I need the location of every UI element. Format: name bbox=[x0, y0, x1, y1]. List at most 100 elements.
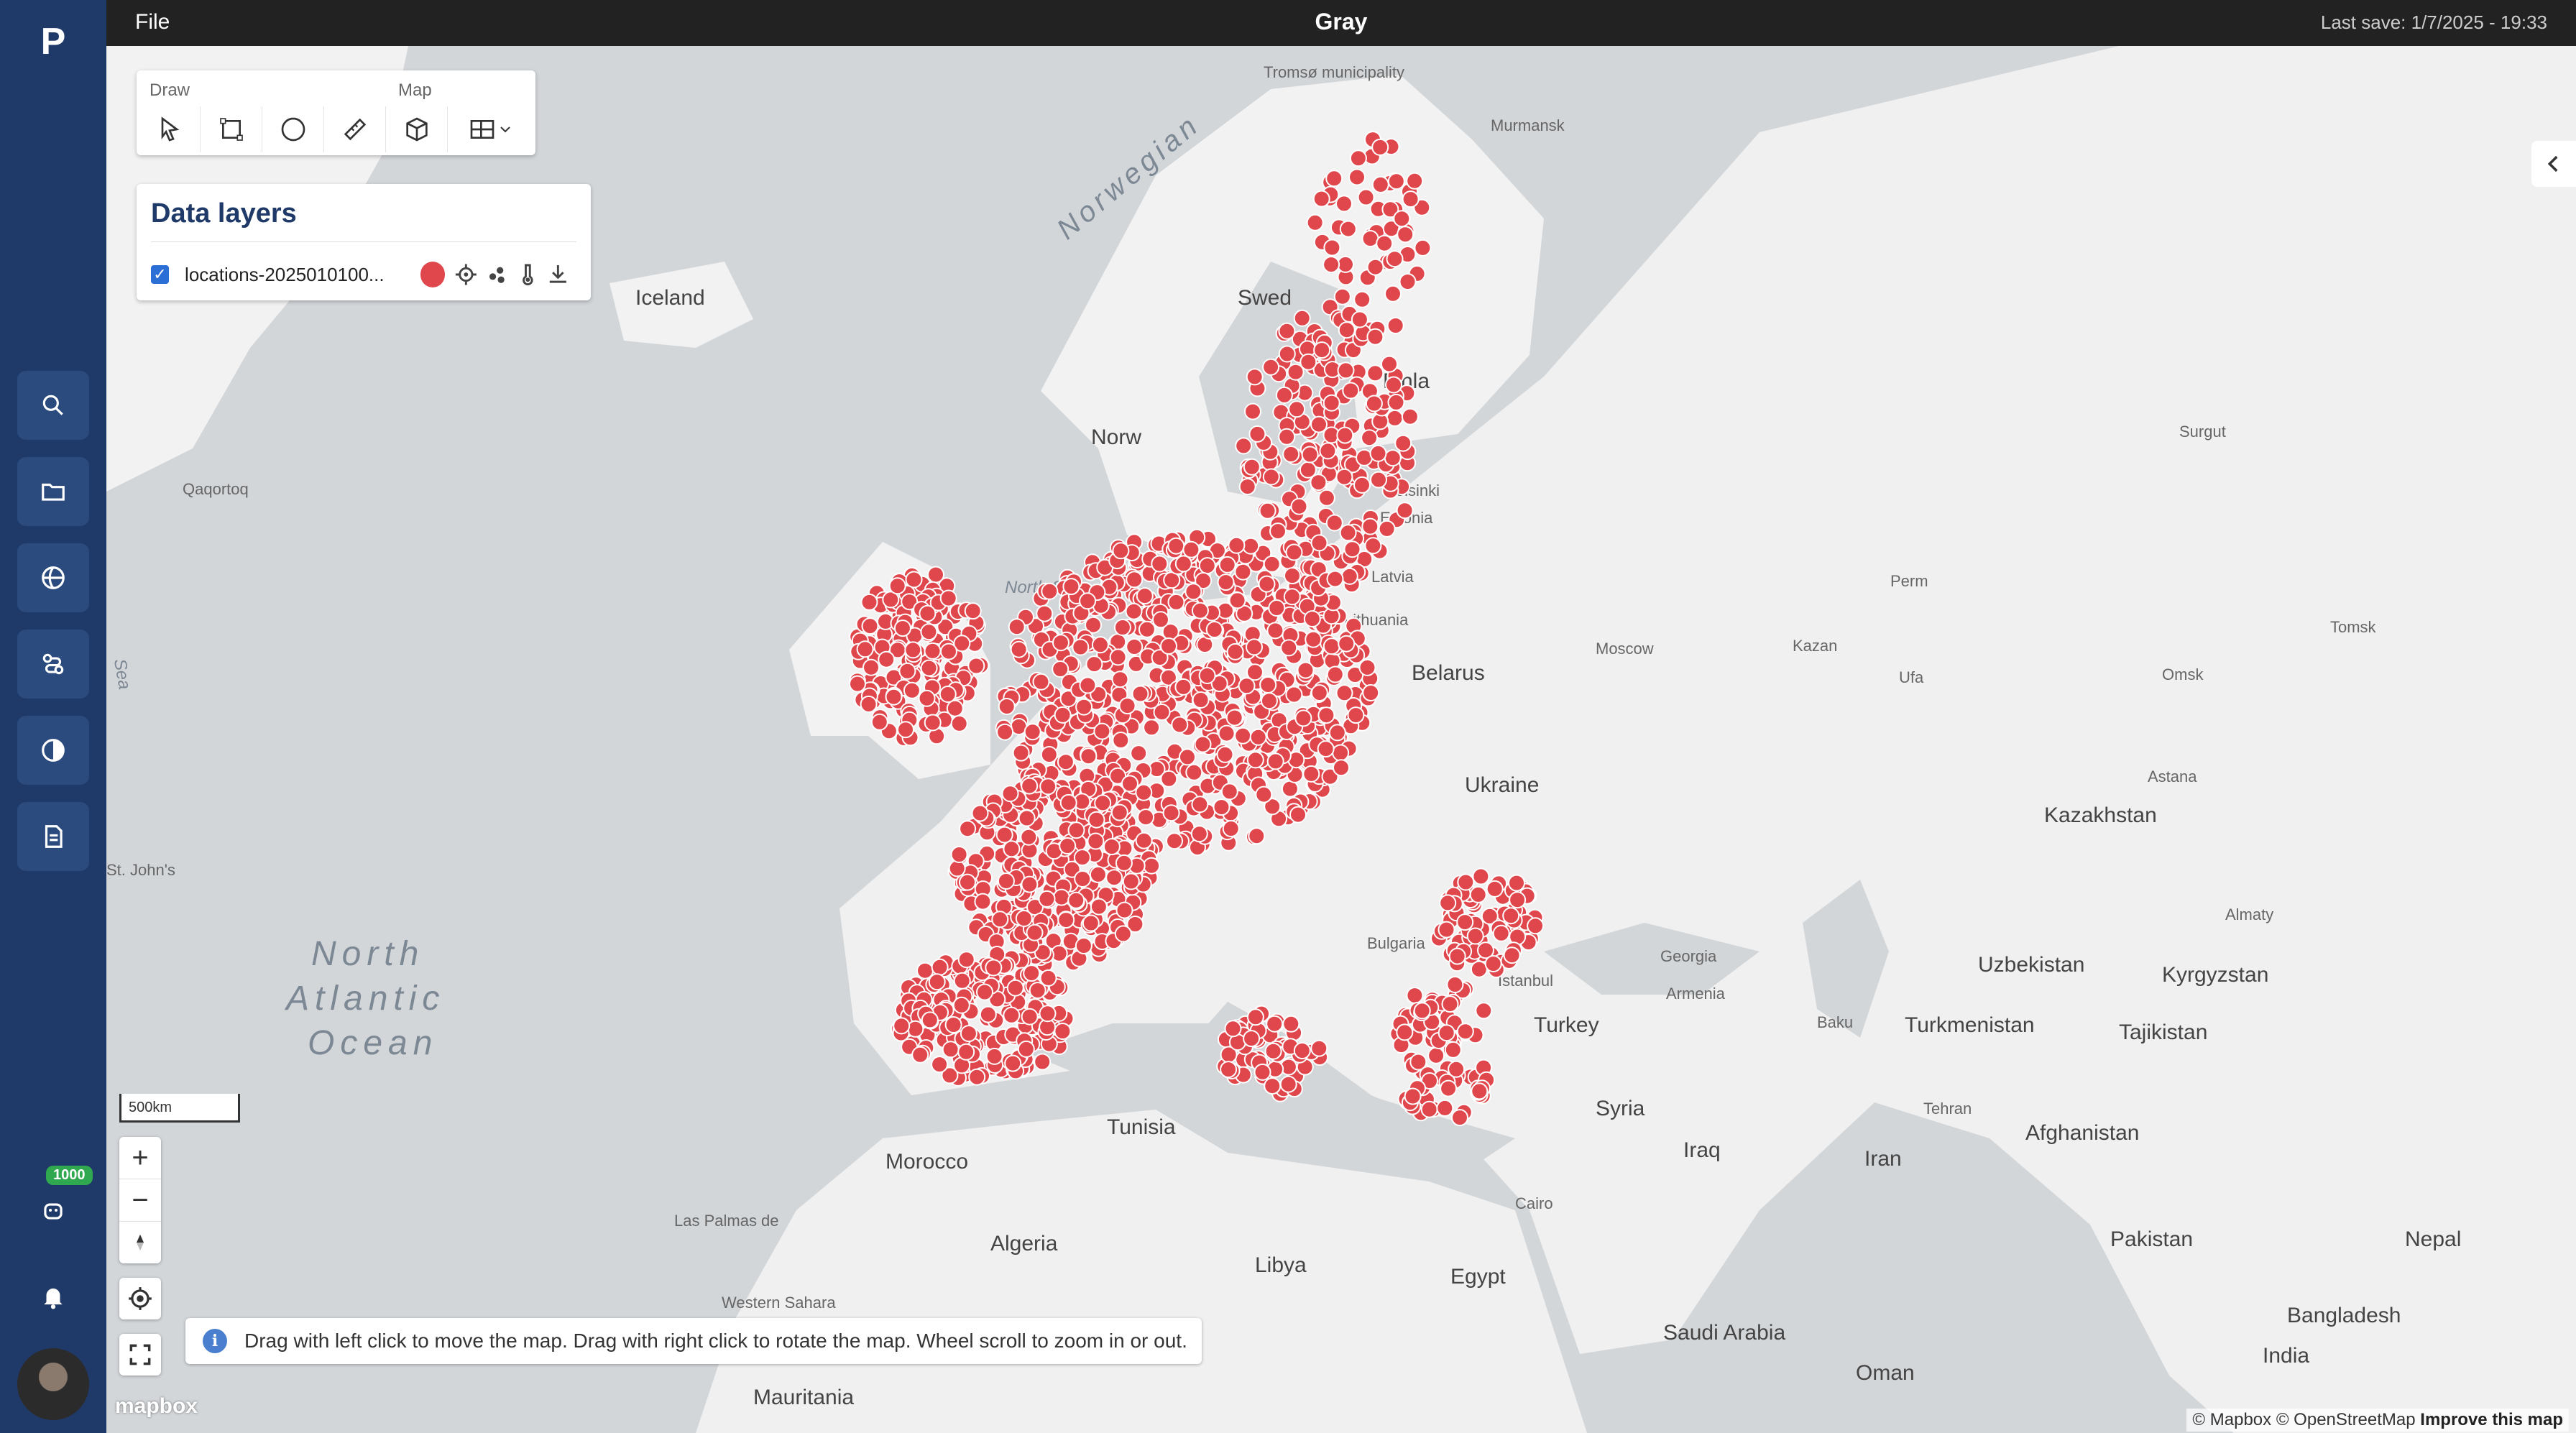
location-marker bbox=[1228, 591, 1246, 609]
location-marker bbox=[1427, 1046, 1445, 1064]
location-marker bbox=[860, 695, 878, 713]
location-marker bbox=[1335, 195, 1353, 213]
collapse-panel-button[interactable] bbox=[2531, 141, 2576, 187]
fullscreen-button[interactable] bbox=[119, 1334, 161, 1376]
location-marker bbox=[1326, 570, 1344, 588]
scale-bar: 500km bbox=[119, 1094, 240, 1123]
globe-nav-button[interactable] bbox=[17, 543, 89, 612]
location-marker bbox=[1218, 556, 1236, 573]
location-marker bbox=[1337, 361, 1355, 379]
heatmap-icon[interactable] bbox=[515, 262, 540, 287]
location-marker bbox=[1269, 522, 1287, 540]
location-marker bbox=[1293, 1042, 1311, 1059]
location-marker bbox=[1039, 778, 1057, 796]
layer-visibility-checkbox[interactable]: ✓ bbox=[151, 265, 170, 284]
location-marker bbox=[861, 617, 879, 635]
location-marker bbox=[1441, 995, 1459, 1013]
location-marker bbox=[940, 642, 957, 660]
location-marker bbox=[1246, 638, 1263, 656]
location-marker bbox=[1248, 425, 1266, 443]
location-marker bbox=[1284, 567, 1301, 585]
geolocate-button[interactable] bbox=[119, 1278, 161, 1319]
location-marker bbox=[1280, 639, 1298, 657]
last-save-status: Last save: 1/7/2025 - 19:33 bbox=[2320, 11, 2547, 33]
attribution-text[interactable]: © Mapbox © OpenStreetMap bbox=[2192, 1410, 2415, 1429]
location-marker bbox=[898, 662, 916, 680]
location-marker bbox=[1004, 1054, 1022, 1072]
location-marker bbox=[1393, 210, 1411, 228]
draw-toolbar: Draw Map bbox=[137, 70, 535, 155]
zoom-out-button[interactable]: − bbox=[119, 1179, 161, 1222]
location-marker bbox=[1335, 468, 1353, 486]
location-marker bbox=[964, 602, 982, 620]
location-marker bbox=[928, 973, 946, 991]
location-marker bbox=[1266, 1015, 1284, 1033]
location-marker bbox=[1259, 676, 1277, 694]
notifications-button[interactable] bbox=[17, 1262, 89, 1331]
location-marker bbox=[1039, 1005, 1057, 1023]
routes-nav-button[interactable] bbox=[17, 630, 89, 699]
location-marker bbox=[1317, 740, 1335, 758]
3d-view-tool[interactable] bbox=[387, 106, 448, 152]
rectangle-tool[interactable] bbox=[201, 106, 262, 152]
measure-tool[interactable] bbox=[325, 106, 386, 152]
location-marker bbox=[1471, 1082, 1489, 1100]
location-marker bbox=[919, 604, 937, 622]
location-marker bbox=[1057, 753, 1075, 771]
download-icon[interactable] bbox=[546, 262, 571, 287]
location-marker bbox=[1198, 557, 1216, 575]
divider bbox=[151, 241, 576, 242]
location-marker bbox=[1254, 1063, 1271, 1081]
location-marker bbox=[1262, 468, 1280, 486]
crosshair-icon bbox=[129, 1287, 152, 1310]
folder-nav-button[interactable] bbox=[17, 457, 89, 526]
credits-nav-button[interactable]: 1000 bbox=[17, 1166, 93, 1245]
improve-map-link[interactable]: Improve this map bbox=[2420, 1410, 2563, 1429]
location-marker bbox=[1325, 170, 1343, 188]
compass-button[interactable] bbox=[119, 1222, 161, 1263]
location-marker bbox=[995, 826, 1013, 844]
location-marker bbox=[1264, 1077, 1282, 1095]
location-marker bbox=[1166, 832, 1183, 850]
top-bar: File Gray Last save: 1/7/2025 - 19:33 bbox=[106, 0, 2576, 46]
location-marker bbox=[1114, 925, 1132, 943]
location-marker bbox=[1116, 901, 1133, 919]
user-avatar[interactable] bbox=[17, 1348, 89, 1420]
location-marker bbox=[1059, 837, 1077, 854]
location-marker bbox=[1365, 395, 1383, 413]
app-logo[interactable]: P bbox=[32, 20, 75, 63]
location-marker bbox=[960, 1025, 978, 1043]
location-marker bbox=[1438, 1024, 1455, 1042]
location-marker bbox=[950, 714, 968, 732]
location-marker bbox=[1384, 285, 1402, 303]
location-marker bbox=[1301, 446, 1319, 464]
location-marker bbox=[904, 641, 922, 659]
fullscreen-icon bbox=[129, 1344, 151, 1365]
zoom-in-button[interactable]: + bbox=[119, 1137, 161, 1179]
circle-tool[interactable] bbox=[263, 106, 324, 152]
location-marker bbox=[1333, 759, 1350, 777]
location-marker bbox=[1282, 446, 1300, 463]
locate-layer-icon[interactable] bbox=[454, 262, 479, 287]
search-nav-button[interactable] bbox=[17, 371, 89, 440]
location-marker bbox=[1073, 849, 1091, 867]
location-marker bbox=[1017, 1040, 1035, 1058]
location-marker bbox=[1376, 234, 1394, 252]
location-marker bbox=[931, 1056, 949, 1074]
layer-color-swatch[interactable] bbox=[420, 262, 446, 287]
location-marker bbox=[1387, 393, 1405, 411]
layout-dropdown[interactable] bbox=[448, 106, 533, 152]
layer-row[interactable]: ✓ locations-2025010100... bbox=[151, 259, 576, 290]
location-marker bbox=[1285, 686, 1303, 704]
route-icon bbox=[42, 653, 64, 675]
mapbox-logo[interactable]: mapbox bbox=[115, 1394, 198, 1419]
select-tool[interactable] bbox=[139, 106, 201, 152]
location-marker bbox=[1448, 947, 1466, 965]
location-marker bbox=[1110, 803, 1128, 821]
location-marker bbox=[1224, 1020, 1242, 1038]
analytics-nav-button[interactable] bbox=[17, 716, 89, 785]
cluster-icon[interactable] bbox=[484, 262, 510, 287]
location-marker bbox=[991, 911, 1009, 929]
location-marker bbox=[903, 681, 921, 699]
reports-nav-button[interactable] bbox=[17, 802, 89, 871]
